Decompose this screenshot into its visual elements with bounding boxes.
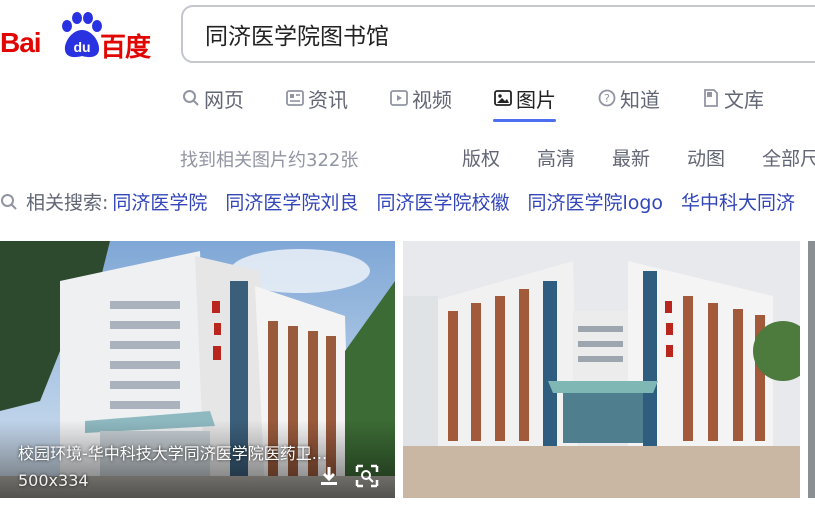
image-result[interactable]: 校园环境-华中科技大学同济医学院医药卫... 500x334 (0, 241, 395, 498)
download-button[interactable] (316, 463, 342, 489)
image-icon (493, 88, 513, 108)
tab-label: 知道 (620, 87, 660, 112)
related-link[interactable]: 同济医学院校徽 (376, 188, 509, 215)
search-tabs: 网页 资讯 视频 图片 ? 知道 文库 (181, 80, 805, 122)
image-caption: 校园环境-华中科技大学同济医学院医药卫... (18, 444, 328, 463)
image-result-partial[interactable] (808, 241, 815, 498)
video-icon (389, 88, 409, 108)
image-search-icon (355, 464, 379, 488)
search-input[interactable] (205, 21, 815, 47)
tab-images[interactable]: 图片 (493, 80, 556, 122)
filter-copyright[interactable]: 版权 (462, 144, 500, 171)
search-icon (181, 88, 201, 108)
tab-label: 图片 (516, 87, 556, 112)
tab-video[interactable]: 视频 (389, 80, 452, 116)
similar-image-button[interactable] (354, 463, 380, 489)
logo-text-du: du (73, 39, 90, 55)
document-icon (701, 88, 721, 108)
tab-label: 网页 (204, 87, 244, 112)
download-icon (321, 467, 337, 485)
related-link[interactable]: 同济医学院 (112, 188, 207, 215)
baidu-logo[interactable]: Bai du 百度 (0, 10, 160, 63)
news-icon (285, 88, 305, 108)
related-link[interactable]: 同济医学院刘良 (225, 188, 358, 215)
filter-animated[interactable]: 动图 (687, 144, 725, 171)
search-icon (1, 193, 17, 210)
library-building-photo (403, 241, 800, 498)
image-dimensions: 500x334 (18, 471, 89, 490)
tab-zhidao[interactable]: ? 知道 (597, 80, 660, 116)
related-label: 相关搜索: (0, 188, 108, 215)
search-box[interactable] (181, 5, 815, 63)
result-count: 找到相关图片约322张 (180, 150, 359, 171)
filter-all-sizes[interactable]: 全部尺 (762, 144, 815, 171)
baidu-paw-icon: du (62, 12, 102, 58)
tab-label: 文库 (724, 87, 764, 112)
related-link[interactable]: 同济医学院logo (527, 188, 663, 215)
tab-news[interactable]: 资讯 (285, 80, 348, 116)
image-result[interactable] (403, 241, 800, 498)
filter-latest[interactable]: 最新 (612, 144, 650, 171)
tab-label: 视频 (412, 87, 452, 112)
filter-options: 版权 高清 最新 动图 全部尺 (462, 144, 815, 171)
logo-text-cn: 百度 (100, 33, 151, 63)
tab-label: 资讯 (308, 87, 348, 112)
related-searches: 相关搜索: 同济医学院 同济医学院刘良 同济医学院校徽 同济医学院logo 华中… (0, 188, 795, 215)
svg-text:?: ? (604, 92, 610, 105)
tab-wenku[interactable]: 文库 (701, 80, 764, 116)
related-link[interactable]: 华中科大同济 (681, 188, 795, 215)
tab-web[interactable]: 网页 (181, 80, 244, 116)
filter-row: 找到相关图片约322张 版权 高清 最新 动图 全部尺 (180, 144, 815, 172)
filter-hd[interactable]: 高清 (537, 144, 575, 171)
logo-text-bai: Bai (0, 27, 42, 58)
related-label-text: 相关搜索: (26, 192, 109, 214)
question-icon: ? (597, 88, 617, 108)
